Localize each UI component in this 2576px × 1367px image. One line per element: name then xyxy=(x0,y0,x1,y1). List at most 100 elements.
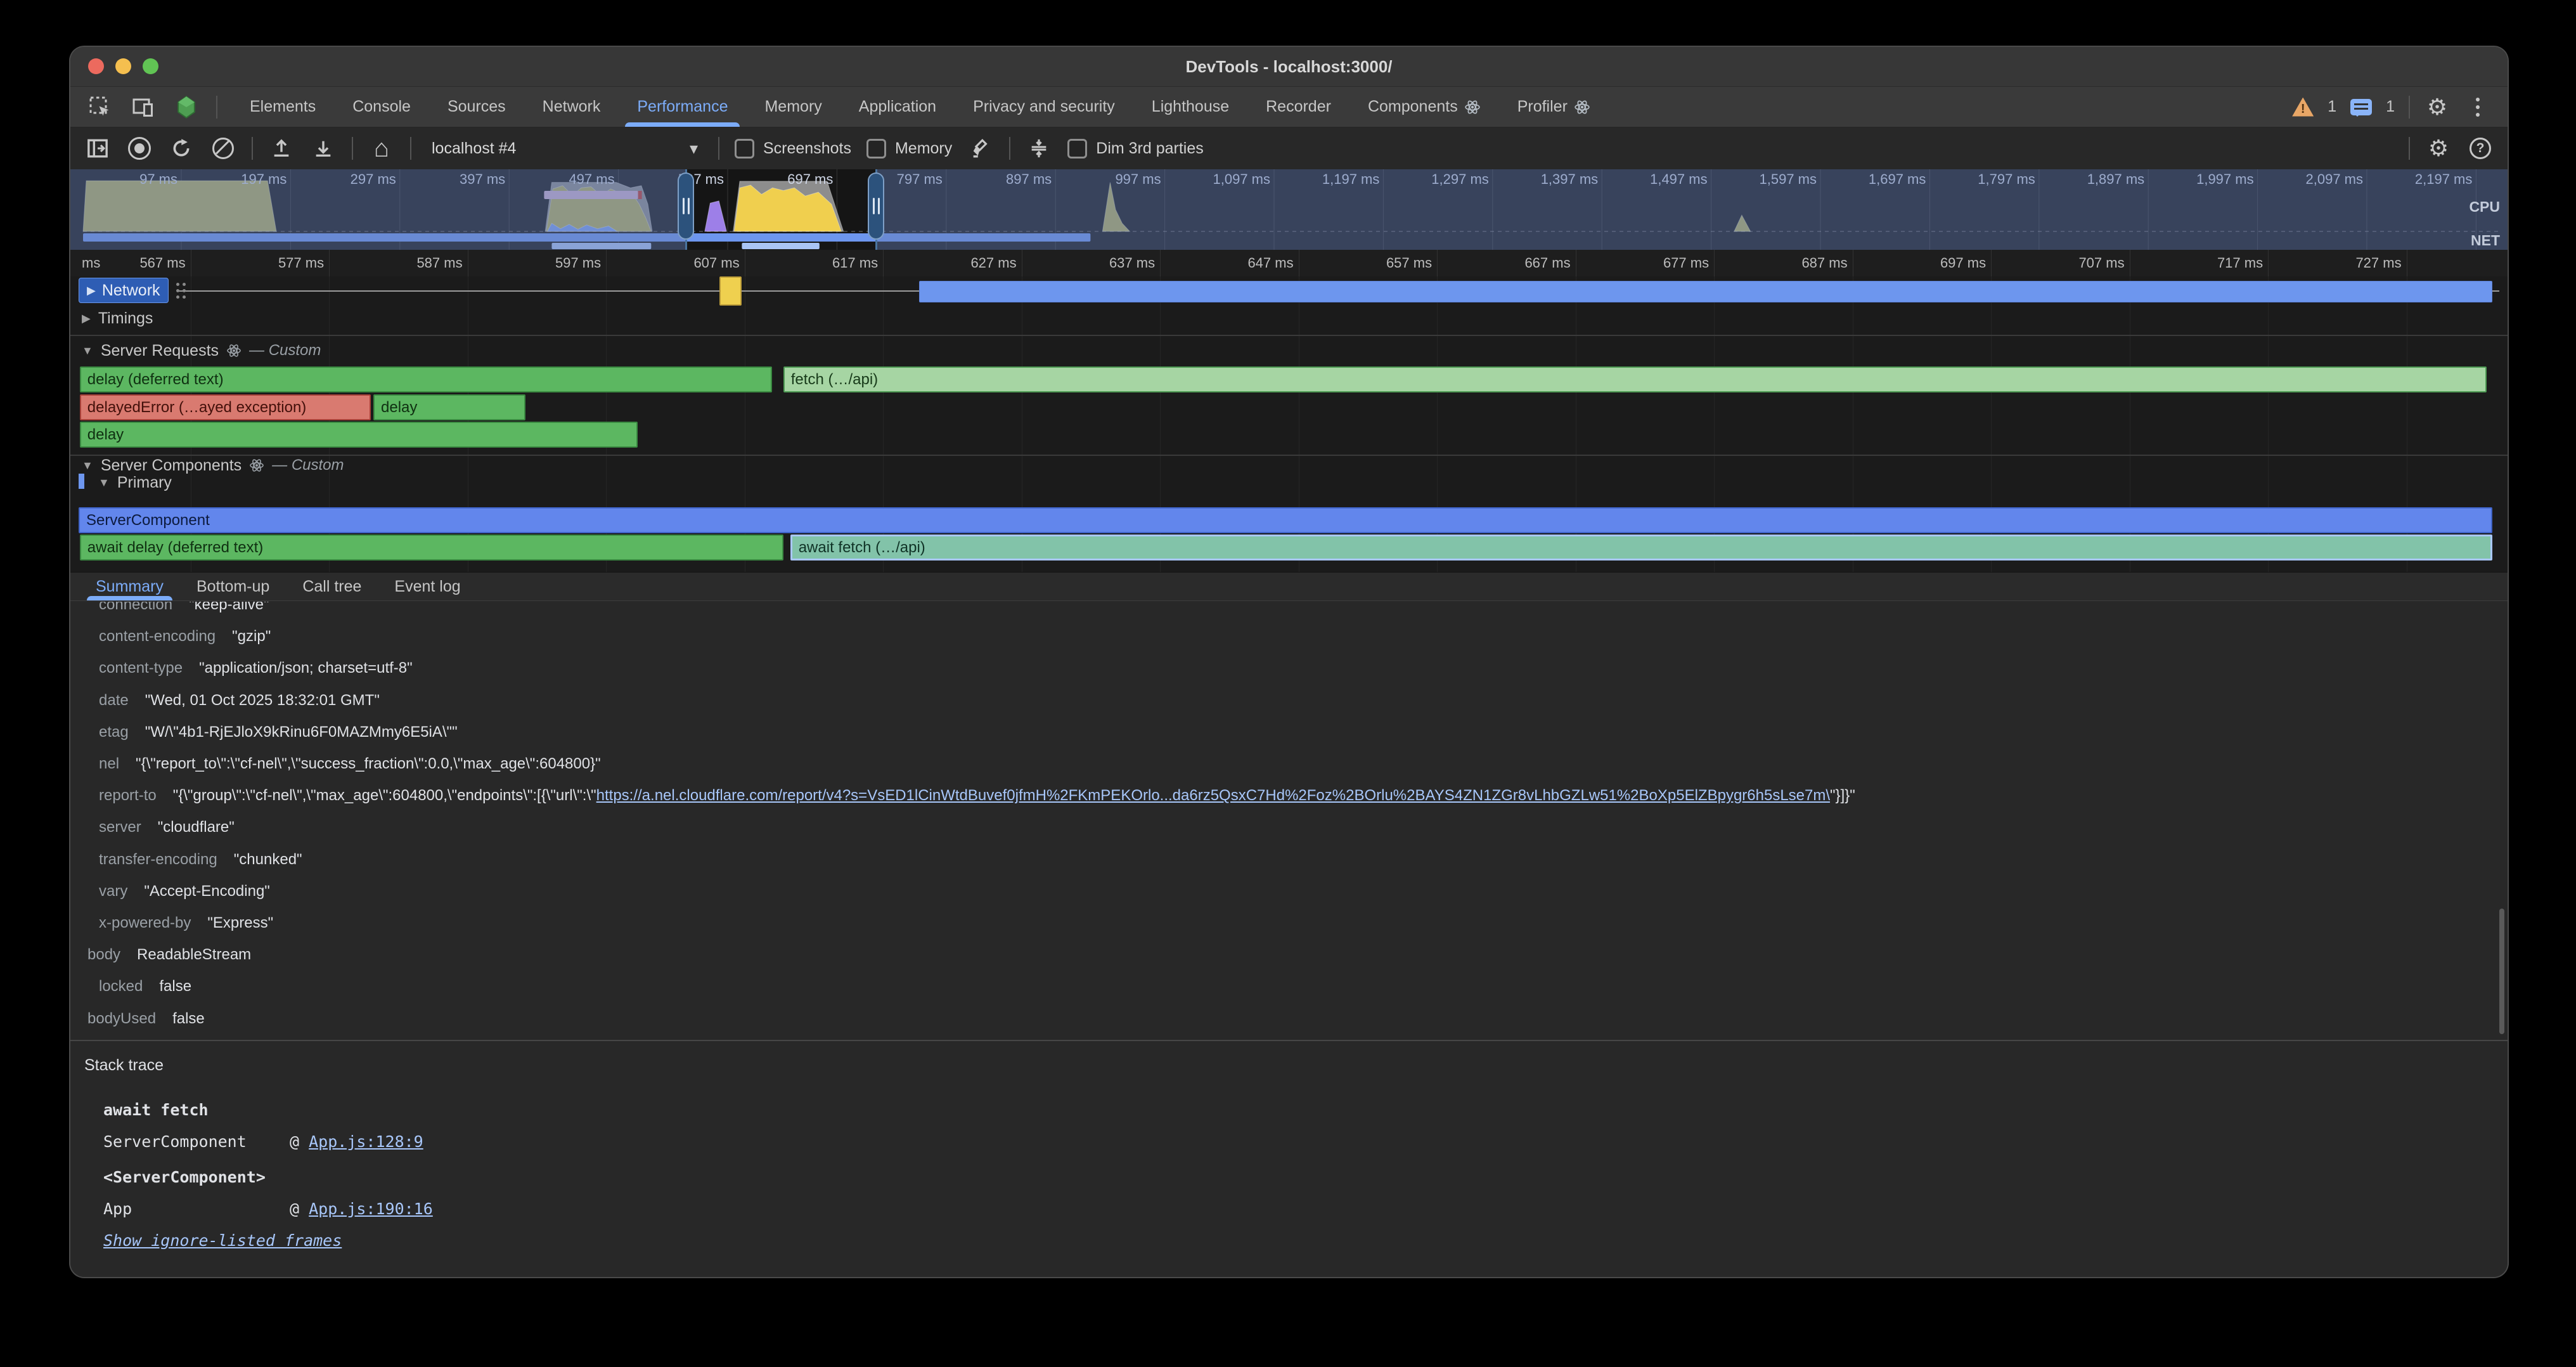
details-tab-event-log[interactable]: Event log xyxy=(378,573,477,600)
detail-row-nel: nel"{\"report_to\":\"cf-nel\",\"success_… xyxy=(70,749,2508,779)
detail-key: etag xyxy=(99,723,129,741)
selection-handle-right[interactable] xyxy=(868,172,884,240)
details-tab-bottom-up[interactable]: Bottom-up xyxy=(180,573,286,600)
overview-dim-left xyxy=(70,169,686,250)
detail-key: bodyUsed xyxy=(87,1010,156,1027)
tab-application[interactable]: Application xyxy=(840,87,955,127)
timeline-event-await-delay-deferred-text[interactable]: await delay (deferred text) xyxy=(80,534,783,560)
divider xyxy=(2409,137,2410,160)
track-network-header[interactable]: ▶Network xyxy=(79,278,186,303)
tab-sources[interactable]: Sources xyxy=(429,87,524,127)
track-server-requests-header[interactable]: ▼Server Requests— Custom xyxy=(82,339,321,362)
kebab-menu-icon[interactable] xyxy=(2464,94,2491,120)
details-tab-summary[interactable]: Summary xyxy=(79,573,180,600)
tab-label: Network xyxy=(543,98,601,116)
tab-console[interactable]: Console xyxy=(334,87,429,127)
memory-checkbox[interactable] xyxy=(866,139,886,159)
at-symbol: @ xyxy=(290,1132,309,1151)
tab-privacy-and-security[interactable]: Privacy and security xyxy=(955,87,1133,127)
dim-third-parties-checkbox[interactable] xyxy=(1067,139,1087,159)
drag-grip-icon[interactable] xyxy=(176,283,186,299)
tab-lighthouse[interactable]: Lighthouse xyxy=(1133,87,1247,127)
ruler-tick xyxy=(1991,250,1992,276)
timeline-event[interactable] xyxy=(919,281,2492,302)
stack-frame-link[interactable]: App.js:190:16 xyxy=(309,1200,433,1218)
ruler-tick xyxy=(1437,250,1438,276)
timeline-event-delayederror-ayed-exception[interactable]: delayedError (…ayed exception) xyxy=(80,394,371,420)
tab-label: Privacy and security xyxy=(973,98,1115,116)
details-tab-label: Summary xyxy=(96,578,164,596)
tab-network[interactable]: Network xyxy=(524,87,619,127)
detail-key: vary xyxy=(99,883,127,900)
detail-key: report-to xyxy=(99,787,157,804)
screenshots-label: Screenshots xyxy=(763,139,851,158)
screenshots-checkbox[interactable] xyxy=(735,139,754,159)
summary-details-pane: connection"keep-alive"content-encoding"g… xyxy=(70,602,2508,1040)
details-scrollbar-thumb[interactable] xyxy=(2499,909,2504,1034)
settings-gear-icon[interactable]: ⚙ xyxy=(2424,94,2450,120)
timeline-event-fetch-api[interactable]: fetch (…/api) xyxy=(783,366,2487,392)
clear-icon[interactable] xyxy=(210,135,236,162)
detail-value: ReadableStream xyxy=(137,946,251,963)
record-icon[interactable] xyxy=(126,135,153,162)
download-profile-icon[interactable] xyxy=(310,135,337,162)
help-icon[interactable]: ? xyxy=(2467,135,2494,162)
tab-elements[interactable]: Elements xyxy=(231,87,334,127)
warning-icon[interactable]: ! xyxy=(2292,98,2314,117)
tab-memory[interactable]: Memory xyxy=(746,87,840,127)
inspect-element-icon[interactable] xyxy=(87,94,113,120)
flame-chart: ▶Network ▶Timings ▼Server Requests— Custom… xyxy=(70,276,2508,572)
detail-row-body: bodyReadableStream xyxy=(70,940,2508,969)
upload-profile-icon[interactable] xyxy=(268,135,295,162)
stack-frame-link[interactable]: App.js:128:9 xyxy=(309,1132,423,1151)
show-ignore-listed-link[interactable]: Show ignore-listed frames xyxy=(103,1231,342,1250)
warning-count[interactable]: 1 xyxy=(2328,98,2336,116)
home-icon[interactable]: ⌂ xyxy=(368,135,395,162)
track-separator xyxy=(70,455,2508,456)
detail-value: "W/\"4b1-RjEJloX9kRinu6F0MAZMmy6E5iA\"" xyxy=(145,723,458,741)
timeline-event-await-fetch-api[interactable]: await fetch (…/api) xyxy=(790,534,2492,560)
selection-handle-left[interactable] xyxy=(678,172,694,240)
tab-performance[interactable]: Performance xyxy=(619,87,746,127)
stack-frame-function: ServerComponent xyxy=(103,1132,247,1151)
tab-label: Sources xyxy=(448,98,506,116)
react-atom-icon xyxy=(226,343,242,358)
details-tab-label: Call tree xyxy=(302,578,361,596)
ruler-tick xyxy=(2268,250,2269,276)
issues-message-icon[interactable] xyxy=(2350,99,2372,115)
timeline-overview[interactable]: CPU NET 97 ms197 ms297 ms397 ms497 ms597… xyxy=(70,169,2508,250)
ruler-tick-label: 567 ms xyxy=(91,254,186,272)
event-label: delay xyxy=(381,399,417,417)
ruler-tick xyxy=(1714,250,1715,276)
timeline-event-servercomponent[interactable]: ServerComponent xyxy=(79,507,2492,533)
tab-profiler[interactable]: Profiler xyxy=(1499,87,1609,127)
timeline-event-delay[interactable]: delay xyxy=(80,422,638,448)
details-tab-call-tree[interactable]: Call tree xyxy=(286,573,378,600)
history-select[interactable]: localhost #4 ▾ xyxy=(427,139,703,159)
collapse-rows-icon[interactable] xyxy=(1026,135,1052,162)
reload-record-icon[interactable] xyxy=(168,135,195,162)
garbage-collect-icon[interactable] xyxy=(967,135,994,162)
device-toolbar-icon[interactable] xyxy=(130,94,157,120)
tab-label: Recorder xyxy=(1266,98,1331,116)
ruler-tick-label: 697 ms xyxy=(1891,254,1986,272)
message-count[interactable]: 1 xyxy=(2386,98,2395,116)
tab-recorder[interactable]: Recorder xyxy=(1247,87,1349,127)
track-custom-badge: — Custom xyxy=(249,342,321,360)
detail-value: false xyxy=(172,1010,205,1027)
detail-key: locked xyxy=(99,978,143,995)
timeline-event-delay-deferred-text[interactable]: delay (deferred text) xyxy=(80,366,773,392)
timeline-event[interactable] xyxy=(719,276,742,306)
detail-key: x-powered-by xyxy=(99,914,191,931)
event-label: fetch (…/api) xyxy=(791,371,878,389)
tab-label: Console xyxy=(352,98,411,116)
timeline-event-delay[interactable]: delay xyxy=(373,394,525,420)
tab-components[interactable]: Components xyxy=(1349,87,1499,127)
detail-value-link[interactable]: https://a.nel.cloudflare.com/report/v4?s… xyxy=(596,787,1830,804)
capture-settings-gear-icon[interactable]: ⚙ xyxy=(2425,135,2452,162)
panel-left-icon[interactable] xyxy=(84,135,111,162)
stack-frame-header: <ServerComponent> xyxy=(103,1168,266,1186)
detail-value-prefix: "{\"group\":\"cf-nel\",\"max_age\":60480… xyxy=(173,787,596,804)
track-subtrack-primary[interactable]: ▼Primary xyxy=(98,471,172,494)
track-timings-header[interactable]: ▶Timings xyxy=(82,307,153,330)
